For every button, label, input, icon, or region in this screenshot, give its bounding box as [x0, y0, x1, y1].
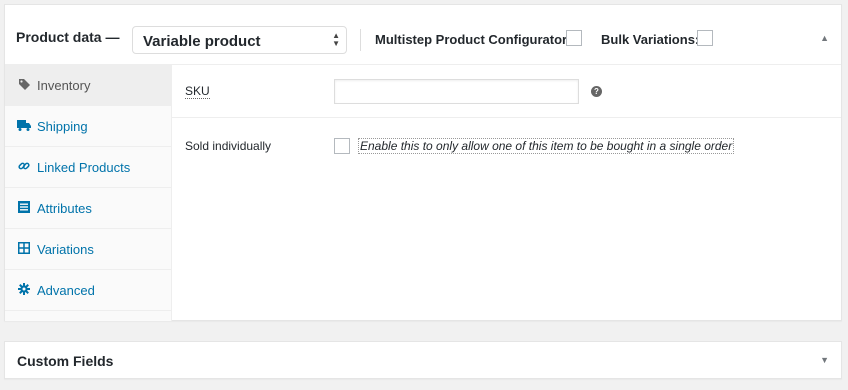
expand-toggle-icon[interactable]: ▼: [820, 355, 829, 365]
tab-advanced[interactable]: Advanced: [5, 270, 171, 311]
tab-shipping-label: Shipping: [37, 119, 88, 134]
tab-inventory[interactable]: Inventory: [5, 65, 171, 106]
gear-icon: [17, 282, 31, 296]
tab-attributes-label: Attributes: [37, 201, 92, 216]
select-arrows-icon: ▲ ▼: [332, 31, 340, 48]
sold-individually-description: Enable this to only allow one of this it…: [358, 138, 735, 154]
sold-individually-label: Sold individually: [185, 139, 272, 153]
bulk-variations-checkbox[interactable]: [697, 30, 713, 46]
multistep-checkbox[interactable]: [566, 30, 582, 46]
truck-icon: [17, 118, 31, 132]
help-icon[interactable]: ?: [591, 86, 602, 97]
product-data-tabs: Inventory Shipping Linked Products Attri…: [5, 65, 172, 321]
custom-fields-title: Custom Fields: [17, 353, 114, 369]
grid-icon: [17, 241, 31, 255]
tab-advanced-label: Advanced: [37, 283, 95, 298]
sold-individually-checkbox[interactable]: [334, 138, 350, 154]
multistep-label: Multistep Product Configurator:: [375, 32, 572, 47]
product-data-box: Product data — Variable product ▲ ▼ Multi…: [4, 4, 842, 321]
product-data-header: Product data — Variable product ▲ ▼ Multi…: [5, 5, 841, 65]
tag-icon: [17, 77, 31, 91]
sku-input[interactable]: [334, 79, 579, 104]
tab-shipping[interactable]: Shipping: [5, 106, 171, 147]
inventory-panel: SKU ? Sold individually Enable this to o…: [172, 65, 841, 320]
tab-variations[interactable]: Variations: [5, 229, 171, 270]
tab-linked-products-label: Linked Products: [37, 160, 131, 175]
tab-linked-products[interactable]: Linked Products: [5, 147, 171, 188]
product-type-value: Variable product: [143, 33, 261, 50]
list-icon: [17, 200, 31, 214]
product-type-select[interactable]: Variable product ▲ ▼: [132, 26, 347, 54]
product-data-title: Product data —: [16, 29, 120, 45]
bulk-variations-label: Bulk Variations:: [601, 32, 700, 47]
tab-inventory-label: Inventory: [37, 78, 91, 93]
header-separator: [360, 29, 361, 51]
custom-fields-box: Custom Fields ▼: [4, 341, 842, 379]
row-divider: [172, 117, 841, 118]
collapse-toggle-icon[interactable]: ▲: [820, 33, 829, 43]
link-icon: [17, 159, 31, 173]
sku-label: SKU: [185, 84, 210, 99]
tab-attributes[interactable]: Attributes: [5, 188, 171, 229]
tab-variations-label: Variations: [37, 242, 94, 257]
